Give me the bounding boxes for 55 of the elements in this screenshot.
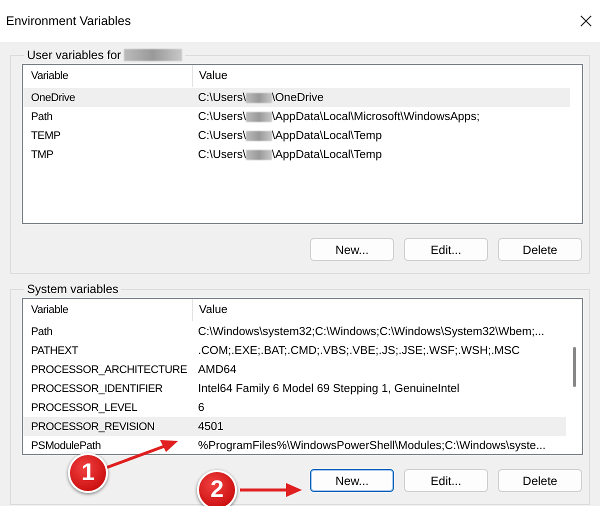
variable-value: C:\Windows\system32;C:\Windows;C:\Windows\System32\Wbem;... <box>197 326 546 338</box>
variable-value: C:\Users\ <box>198 148 246 160</box>
variable-value: C:\Users\ <box>198 130 246 142</box>
variable-row[interactable]: PSModulePath %ProgramFiles%\WindowsPowerShell\Modules;C:\Windows\syste... <box>23 436 566 455</box>
variable-value: C:\Users\ <box>198 92 246 104</box>
variable-row[interactable]: PROCESSOR_LEVEL 6 <box>23 398 566 417</box>
dialog-button[interactable]: Delete <box>498 469 582 492</box>
variable-value: C:\Users\ <box>198 110 246 122</box>
variable-value: %ProgramFiles%\WindowsPowerShell\Modules;C:\Windows\syste... <box>197 440 547 452</box>
variable-value: .COM;.EXE;.BAT;.CMD;.VBS;.VBE;.JS;.JSE;.WSF;.WSH;.MSC <box>197 344 521 356</box>
variable-name: PROCESSOR_REVISION <box>30 420 156 432</box>
arrow <box>240 483 302 497</box>
column-header[interactable]: Value <box>192 299 582 321</box>
variable-row[interactable]: Path C:\Windows\system32;C:\Windows;C:\Windows\System32\Wbem;... <box>23 322 566 341</box>
variable-row[interactable]: TMP C:\Users\ \AppData\Local\Temp <box>23 145 570 164</box>
variable-value: \OneDrive <box>272 92 324 104</box>
dialog-button[interactable]: Edit... <box>404 469 488 492</box>
variable-name: OneDrive <box>30 92 76 104</box>
variable-row[interactable]: PROCESSOR_ARCHITECTURE AMD64 <box>23 360 566 379</box>
scrollbar-thumb[interactable] <box>573 347 576 387</box>
dialog-button[interactable]: Edit... <box>404 238 488 261</box>
variable-name: TEMP <box>30 130 62 142</box>
variable-value: 6 <box>197 402 206 414</box>
dialog-button[interactable]: Delete <box>498 238 582 261</box>
variable-row[interactable]: PATHEXT .COM;.EXE;.BAT;.CMD;.VBS;.VBE;.JS;.JSE;.WSF;.WSH;.MSC <box>23 341 566 360</box>
column-header[interactable]: Variable <box>23 304 192 316</box>
variable-value: \AppData\Local\Temp <box>272 130 382 142</box>
variable-row[interactable]: OneDrive C:\Users\ \OneDrive <box>23 88 570 107</box>
group-label: System variables <box>27 282 118 296</box>
variable-value: \AppData\Local\Microsoft\WindowsApps; <box>272 110 480 122</box>
variable-value: Intel64 Family 6 Model 69 Stepping 1, GenuineIntel <box>197 382 460 394</box>
dialog-button[interactable]: New... <box>310 238 394 261</box>
column-header[interactable]: Value <box>192 65 582 87</box>
variable-value: \AppData\Local\Temp <box>272 148 382 160</box>
group-label: User variables for <box>27 48 122 62</box>
variable-name: PROCESSOR_IDENTIFIER <box>30 382 164 394</box>
variable-name: Path <box>30 110 54 122</box>
number-badge: 2 <box>197 470 237 506</box>
variable-name: PATHEXT <box>30 344 80 356</box>
variable-row[interactable]: PROCESSOR_IDENTIFIER Intel64 Family 6 Model 69 Stepping 1, GenuineIntel <box>23 379 566 398</box>
number-badge: 1 <box>68 453 108 493</box>
close-icon[interactable] <box>580 15 592 27</box>
variable-row[interactable]: TEMP C:\Users\ \AppData\Local\Temp <box>23 126 570 145</box>
variable-name: Path <box>30 326 54 338</box>
variable-value: 4501 <box>197 420 225 432</box>
column-header[interactable]: Variable <box>23 70 192 82</box>
variable-name: PSModulePath <box>30 440 102 452</box>
variable-row[interactable]: Path C:\Users\ \AppData\Local\Microsoft\WindowsApps; <box>23 107 570 126</box>
dialog-button[interactable]: New... <box>310 469 394 492</box>
variable-name: PROCESSOR_ARCHITECTURE <box>30 364 188 376</box>
variable-value: AMD64 <box>197 364 238 376</box>
variable-row[interactable]: PROCESSOR_REVISION 4501 <box>23 417 566 436</box>
variable-name: PROCESSOR_LEVEL <box>30 402 138 414</box>
variable-name: TMP <box>30 148 54 160</box>
window-title: Environment Variables <box>6 14 131 28</box>
